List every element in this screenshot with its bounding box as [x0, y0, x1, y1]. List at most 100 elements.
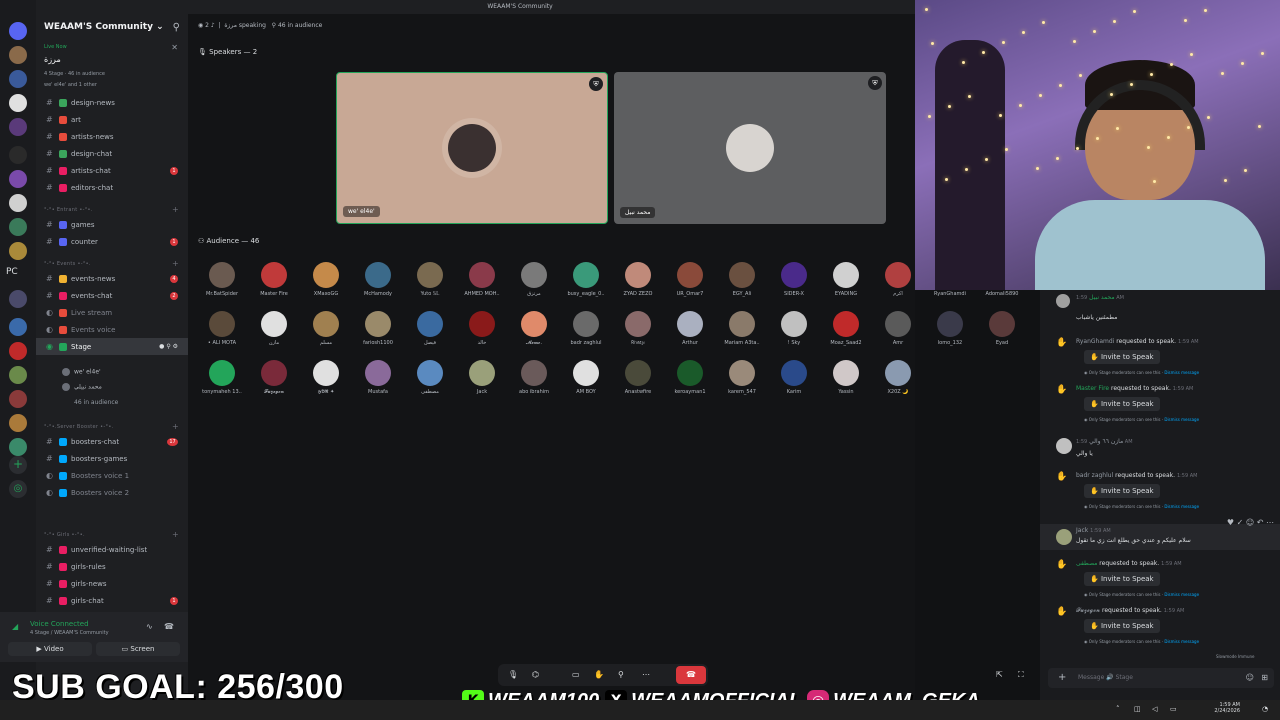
audience-member[interactable]: EYADING: [820, 262, 872, 308]
add-channel-icon[interactable]: +: [172, 422, 179, 431]
popout-icon[interactable]: ⇱: [996, 670, 1003, 679]
channel-boosters-chat[interactable]: # boosters-chat 17: [36, 433, 188, 450]
audience-member[interactable]: 𝔎𝔦𝔪𝔞𝔷𝔢: [612, 311, 664, 357]
audience-member[interactable]: X20Z 🌙: [872, 360, 924, 406]
audience-member[interactable]: • ALI MOTA: [196, 311, 248, 357]
audience-member[interactable]: 𝓕𝓾𝔃𝓮𝓰𝓸𝓷: [248, 360, 300, 406]
screen-share-button[interactable]: ▭ Screen: [96, 642, 180, 656]
invite-to-speak-button[interactable]: ✋ Invite to Speak: [1084, 484, 1160, 498]
server-icon[interactable]: [9, 414, 27, 432]
category-entrant[interactable]: °-°• Entrant •-°•. +: [44, 205, 179, 214]
audience-member[interactable]: tonymaheh 13..: [196, 360, 248, 406]
channel-design-chat[interactable]: # design-chat: [36, 145, 188, 162]
speaker-icon[interactable]: ◁: [1152, 705, 1157, 713]
audience-member[interactable]: McHamody: [352, 262, 404, 308]
fullscreen-icon[interactable]: ⛶: [1018, 670, 1024, 680]
stage-banner-title[interactable]: مرزة: [44, 55, 61, 64]
audience-member[interactable]: مصطفى: [404, 360, 456, 406]
close-icon[interactable]: ✕: [171, 43, 178, 52]
server-icon[interactable]: [9, 438, 27, 456]
speaker-tile[interactable]: ⛨ محمد نبيل: [614, 72, 886, 224]
clock[interactable]: 1:59 AM 2/24/2026: [1214, 702, 1240, 714]
audience-member[interactable]: خالد: [456, 311, 508, 357]
audience-member[interactable]: AHMED MOH..: [456, 262, 508, 308]
audience-member[interactable]: فيصل: [404, 311, 456, 357]
server-icon[interactable]: [9, 342, 27, 360]
channel-stage[interactable]: ◉ Stage ● ⚲ ⚙: [36, 338, 188, 355]
audience-member[interactable]: EGY_Ali: [716, 262, 768, 308]
add-server-icon[interactable]: +: [9, 456, 27, 474]
chevron-up-icon[interactable]: ˄: [1116, 705, 1120, 713]
audience-member[interactable]: Karim: [768, 360, 820, 406]
channel-events-voice[interactable]: ◐ Events voice: [36, 321, 188, 338]
audience-member[interactable]: XMaxoGG: [300, 262, 352, 308]
leave-stage-button[interactable]: ☎: [676, 666, 706, 684]
channel-boosters-games[interactable]: # boosters-games: [36, 450, 188, 467]
invite-to-speak-button[interactable]: ✋ Invite to Speak: [1084, 350, 1160, 364]
audience-member[interactable]: ! Sky: [768, 311, 820, 357]
message-actions[interactable]: ♥ ✓ ☺ ↶ ⋯: [1227, 518, 1274, 527]
audience-member[interactable]: karem_547: [716, 360, 768, 406]
audience-member[interactable]: Yassin: [820, 360, 872, 406]
channel-events-chat[interactable]: # events-chat 2: [36, 287, 188, 304]
audience-member[interactable]: Mustafa: [352, 360, 404, 406]
audience-member[interactable]: Jack: [456, 360, 508, 406]
microphone-toggle-icon[interactable]: 🎙: [508, 670, 518, 679]
apps-icon[interactable]: ⊞: [1261, 668, 1268, 688]
add-channel-icon[interactable]: +: [172, 530, 179, 539]
server-icon[interactable]: [9, 218, 27, 236]
emoji-icon[interactable]: ☺: [1246, 668, 1254, 688]
audience-member[interactable]: Yuto 𝕊𝕃: [404, 262, 456, 308]
category-boosters[interactable]: °-°•.Server Booster •-°•. +: [44, 422, 179, 431]
deafen-icon[interactable]: ⌬: [532, 670, 539, 679]
audience-member[interactable]: ZYAD ZEZO: [612, 262, 664, 308]
battery-icon[interactable]: ▭: [1170, 705, 1177, 713]
server-icon[interactable]: [9, 70, 27, 88]
audience-member[interactable]: AM BOY: [560, 360, 612, 406]
audience-member[interactable]: Master Fire: [248, 262, 300, 308]
server-icon[interactable]: [9, 390, 27, 408]
channel-artists-chat[interactable]: # artists-chat 1: [36, 162, 188, 179]
audience-member[interactable]: badr zaghlul: [560, 311, 612, 357]
dismiss-message-link[interactable]: Dismiss message: [1164, 504, 1199, 509]
add-channel-icon[interactable]: +: [172, 205, 179, 214]
channel-art[interactable]: # art: [36, 111, 188, 128]
channel-girls-chat[interactable]: # girls-chat 1: [36, 592, 188, 609]
category-events[interactable]: °-°• Events •-°•. +: [44, 259, 179, 268]
dismiss-message-link[interactable]: Dismiss message: [1164, 417, 1199, 422]
stage-audience-count[interactable]: 46 in audience: [62, 399, 118, 406]
server-icon[interactable]: [9, 146, 27, 164]
server-icon[interactable]: [9, 366, 27, 384]
audience-member[interactable]: abo ibrahim: [508, 360, 560, 406]
network-icon[interactable]: ◫: [1134, 705, 1141, 713]
avatar[interactable]: [1056, 438, 1072, 454]
audience-member[interactable]: keroayman1: [664, 360, 716, 406]
channel-artists-news[interactable]: # artists-news: [36, 128, 188, 145]
channel-games[interactable]: # games: [36, 216, 188, 233]
audience-member[interactable]: Moaz_Saad2: [820, 311, 872, 357]
audience-member[interactable]: مسلم: [300, 311, 352, 357]
dismiss-message-link[interactable]: Dismiss message: [1164, 639, 1199, 644]
activities-icon[interactable]: ⚲: [618, 670, 624, 679]
audience-member[interactable]: lomo_132: [924, 311, 976, 357]
audience-member[interactable]: Anastwfire: [612, 360, 664, 406]
audience-member[interactable]: مازن: [248, 311, 300, 357]
message-input[interactable]: + Message 🔊 Stage ☺ ⊞: [1048, 668, 1274, 688]
discover-icon[interactable]: ◎: [9, 480, 27, 498]
noise-suppression-icon[interactable]: ∿: [146, 622, 153, 631]
server-label[interactable]: PC: [6, 267, 18, 277]
audience-member[interactable]: Mariam A3ta..: [716, 311, 768, 357]
server-icon[interactable]: [9, 46, 27, 64]
channel-girls-news[interactable]: # girls-news: [36, 575, 188, 592]
audience-member[interactable]: Eyad: [976, 311, 1028, 357]
notifications-icon[interactable]: ◔: [1262, 705, 1268, 713]
more-options-icon[interactable]: ⋯: [642, 670, 650, 679]
audience-member[interactable]: 𝕳𝕭𝕽 ✦: [300, 360, 352, 406]
server-icon[interactable]: [9, 118, 27, 136]
channel-girls-rules[interactable]: # girls-rules: [36, 558, 188, 575]
invite-to-speak-button[interactable]: ✋ Invite to Speak: [1084, 572, 1160, 586]
channel-counter[interactable]: # counter 1: [36, 233, 188, 250]
add-attachment-icon[interactable]: +: [1058, 668, 1066, 688]
speaker-tile[interactable]: ⛨ we' el4e': [336, 72, 608, 224]
channel-design-news[interactable]: # design-news: [36, 94, 188, 111]
